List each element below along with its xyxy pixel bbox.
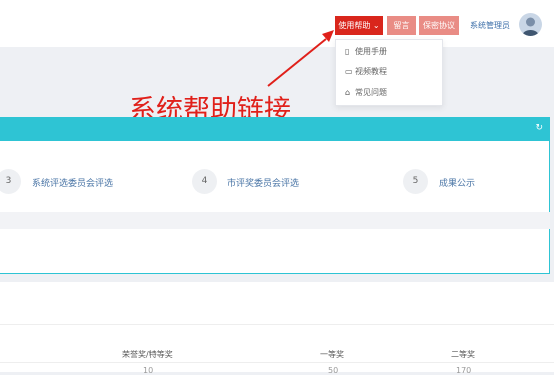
table-header-first-prize: 一等奖 — [320, 350, 344, 359]
step-circle: 5 — [403, 169, 428, 194]
table-header-second-prize: 二等奖 — [451, 350, 475, 359]
graduation-cap-icon: ⌂ — [345, 88, 351, 97]
progress-panel: ↻ 3 系统评选委员会评选 4 市评奖委员会评选 5 成果公示 — [0, 117, 550, 274]
step-circle: 3 — [0, 169, 21, 194]
table-header-border — [0, 362, 554, 363]
help-dropdown-menu: ▯ 使用手册 ▭ 视频教程 ⌂ 常见问题 — [335, 39, 443, 106]
table-cell: 170 — [456, 366, 472, 375]
refresh-icon[interactable]: ↻ — [535, 123, 543, 133]
step-circle: 4 — [192, 169, 217, 194]
table-cell: 10 — [143, 366, 154, 375]
table-cell: 50 — [328, 366, 339, 375]
panel-divider — [0, 212, 550, 229]
menu-item-video-tutorial[interactable]: ▭ 视频教程 — [345, 65, 387, 79]
book-icon: ▯ — [345, 47, 350, 56]
menu-item-faq[interactable]: ⌂ 常见问题 — [345, 86, 387, 100]
step-label: 系统评选委员会评选 — [32, 179, 114, 189]
table-header-honor-special: 荣誉奖/特等奖 — [122, 350, 173, 359]
step-label: 成果公示 — [439, 179, 476, 189]
panel-header-bar: ↻ — [0, 118, 549, 141]
table-top-border — [0, 324, 554, 325]
menu-item-user-manual[interactable]: ▯ 使用手册 — [345, 45, 387, 59]
step-label: 市评奖委员会评选 — [227, 179, 300, 189]
video-icon: ▭ — [345, 67, 353, 76]
